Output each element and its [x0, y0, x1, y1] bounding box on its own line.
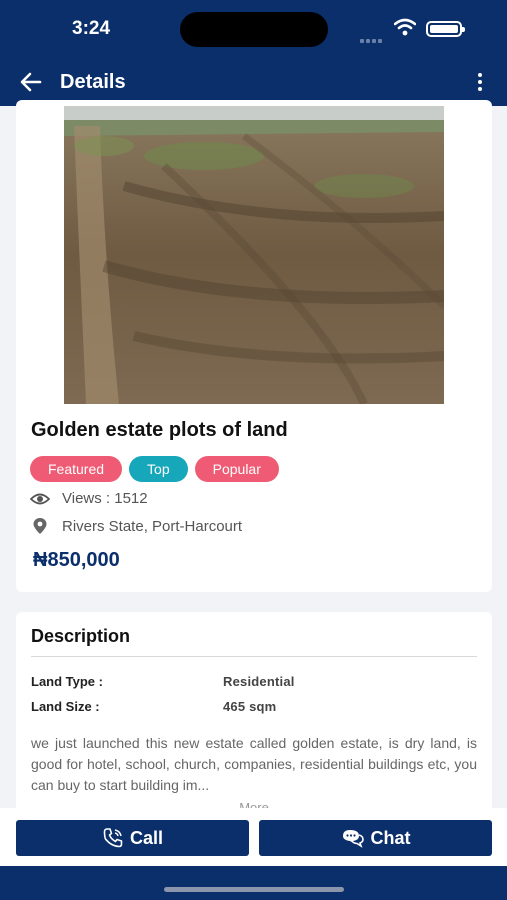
location-text: Rivers State, Port-Harcourt — [62, 517, 243, 535]
phone-icon — [103, 828, 123, 848]
land-size-label: Land Size : — [31, 699, 100, 714]
tag-popular: Popular — [194, 456, 279, 482]
call-label: Call — [129, 827, 163, 848]
views-count: Views : 1512 — [62, 490, 148, 507]
listing-card: Golden estate plots of land Featured Top… — [16, 100, 492, 592]
page-title: Details — [60, 71, 126, 93]
land-type-value: Residential — [223, 674, 295, 689]
chat-button[interactable]: Chat — [259, 820, 492, 856]
wifi-icon — [394, 18, 416, 36]
tag-featured: Featured — [30, 456, 123, 482]
battery-icon — [426, 21, 465, 37]
home-indicator[interactable] — [164, 887, 344, 892]
app-bar: Details — [0, 58, 507, 106]
land-size-value: 465 sqm — [223, 699, 277, 714]
back-arrow-icon[interactable] — [18, 70, 44, 94]
description-card: Description Land Type : Residential Land… — [16, 612, 492, 822]
more-options-icon[interactable] — [470, 70, 490, 94]
status-bar: 3:24 — [0, 0, 507, 58]
description-heading: Description — [31, 626, 131, 646]
tag-list: Featured Top Popular — [30, 456, 279, 482]
property-photo[interactable] — [64, 106, 444, 404]
listing-title: Golden estate plots of land — [31, 419, 288, 441]
divider — [31, 656, 477, 657]
chat-bubbles-icon — [342, 830, 364, 848]
land-type-label: Land Type : — [31, 674, 103, 689]
location-row: Rivers State, Port-Harcourt — [30, 517, 242, 535]
eye-icon — [30, 493, 50, 504]
call-button[interactable]: Call — [16, 820, 249, 856]
description-text: we just launched this new estate called … — [31, 735, 477, 793]
dynamic-island — [180, 12, 328, 47]
price: ₦850,000 — [33, 549, 120, 571]
tag-top: Top — [129, 456, 188, 482]
views-row: Views : 1512 — [30, 490, 148, 507]
home-indicator-area — [0, 866, 507, 900]
cellular-signal-icon — [360, 30, 386, 43]
bottom-action-bar: Call Chat — [0, 808, 507, 866]
chat-label: Chat — [370, 827, 411, 848]
status-time: 3:24 — [72, 18, 111, 39]
location-pin-icon — [33, 518, 47, 534]
